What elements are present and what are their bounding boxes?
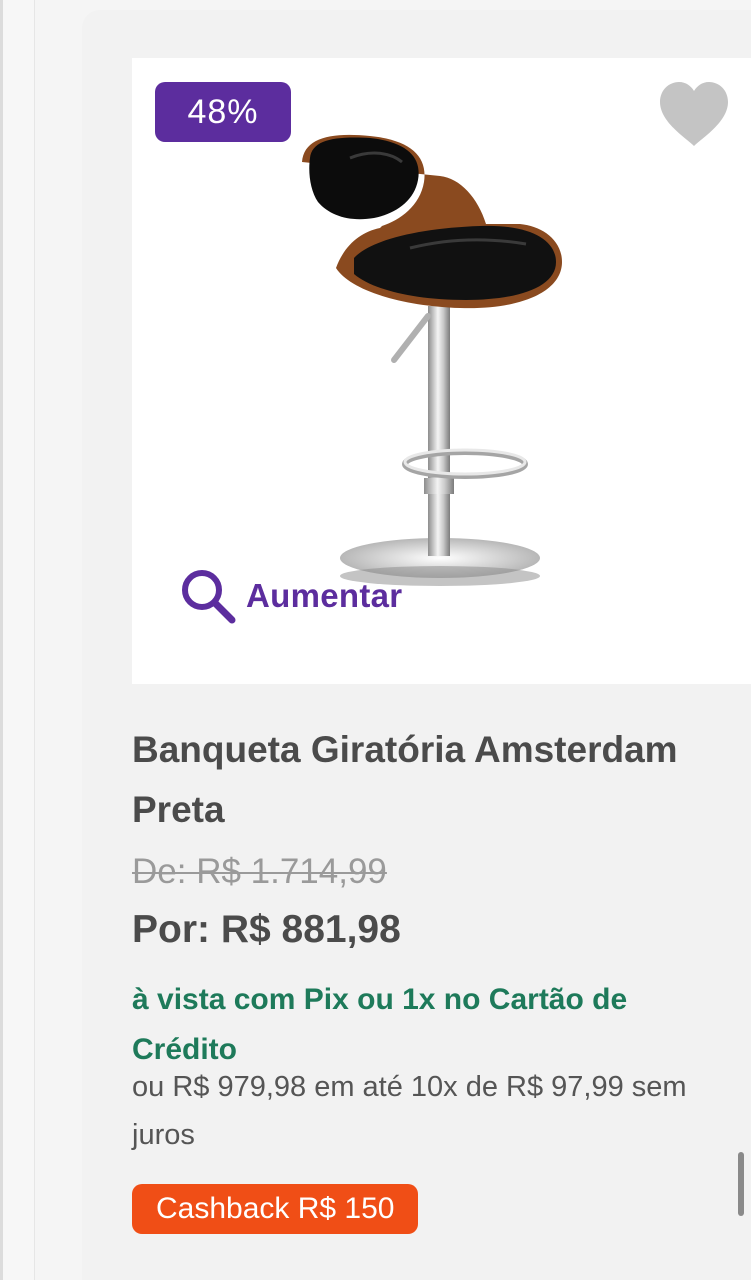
- scrollbar-thumb[interactable]: [738, 1152, 744, 1216]
- product-image[interactable]: [290, 128, 580, 608]
- screen-edge: [0, 0, 3, 1280]
- zoom-label: Aumentar: [246, 577, 403, 614]
- zoom-button[interactable]: Aumentar: [178, 566, 402, 626]
- pix-payment-info: à vista com Pix ou 1x no Cartão de Crédi…: [132, 983, 628, 1066]
- heart-icon[interactable]: [656, 80, 732, 150]
- original-price: De: R$ 1.714,99: [132, 852, 387, 891]
- magnifier-icon: [182, 570, 236, 624]
- product-title[interactable]: Banqueta Giratória Amsterdam Preta: [132, 720, 732, 840]
- discount-badge: 48%: [155, 82, 291, 142]
- installments-info: ou R$ 979,98 em até 10x de R$ 97,99 sem …: [132, 1071, 687, 1151]
- sale-price: Por: R$ 881,98: [132, 908, 401, 951]
- page: 48% Aumentar Banqueta Giratória Amsterda…: [0, 0, 751, 1280]
- previous-card-edge[interactable]: [0, 0, 35, 1280]
- cashback-badge: Cashback R$ 150: [132, 1184, 419, 1234]
